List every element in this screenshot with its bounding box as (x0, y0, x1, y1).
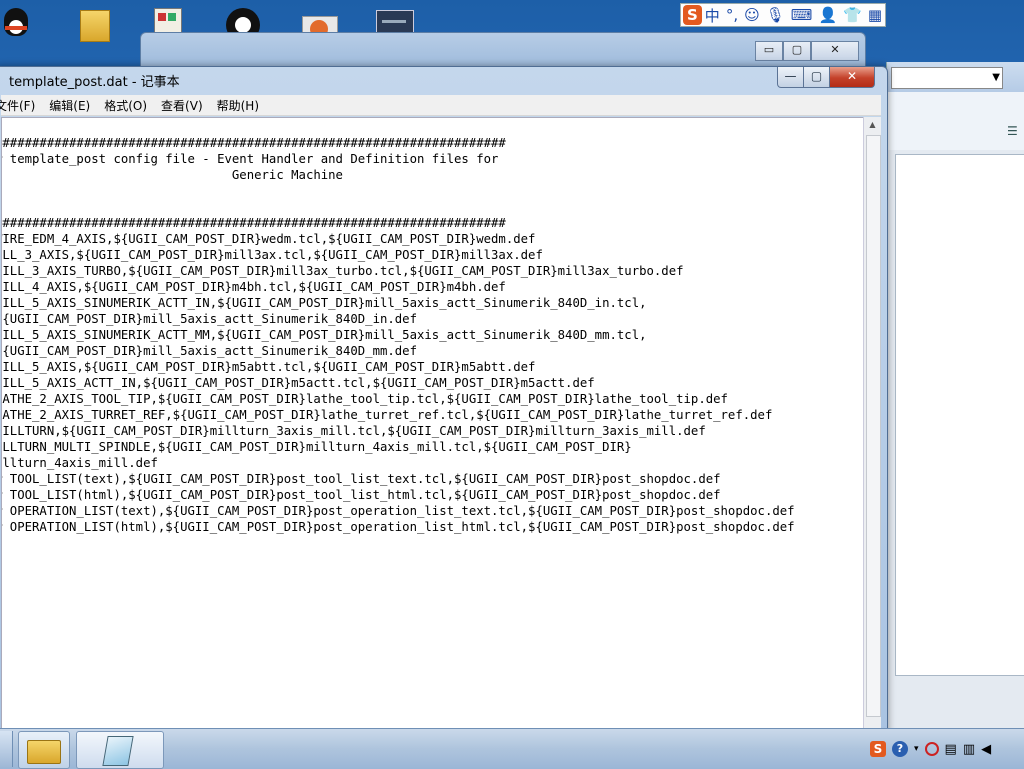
menu-bar: 文件(F) 编辑(E) 格式(O) 查看(V) 帮助(H) (0, 95, 881, 116)
editor-line[interactable]: # OPERATION_LIST(html),${UGII_CAM_POST_D… (2, 519, 795, 535)
keyboard-icon[interactable]: ⌨ (791, 6, 813, 24)
editor-line[interactable]: MILL_4_AXIS,${UGII_CAM_POST_DIR}m4bh.tcl… (2, 279, 795, 295)
menu-view[interactable]: 查看(V) (161, 97, 203, 114)
scroll-up-icon[interactable]: ▲ (864, 117, 881, 133)
maximize-button[interactable]: ▢ (803, 67, 830, 88)
editor-line[interactable]: # template_post config file - Event Hand… (2, 151, 795, 167)
record-icon[interactable] (924, 742, 939, 756)
mic-icon[interactable]: 🎙 (766, 6, 785, 24)
editor-line[interactable] (2, 183, 795, 199)
network-icon[interactable]: ▥ (963, 742, 975, 757)
minimize-button[interactable]: — (777, 67, 804, 88)
editor-line[interactable]: ${UGII_CAM_POST_DIR}mill_5axis_actt_Sinu… (2, 311, 795, 327)
text-editor[interactable]: ########################################… (1, 117, 865, 731)
editor-line[interactable]: ########################################… (2, 135, 795, 151)
editor-line[interactable]: # TOOL_LIST(text),${UGII_CAM_POST_DIR}po… (2, 471, 795, 487)
chevron-down-icon[interactable]: ▼ (992, 68, 1000, 88)
taskbar: S ? ▾ ▤ ▥ ◀ (0, 728, 1024, 769)
grid-icon[interactable]: ▦ (868, 6, 882, 24)
sogou-logo-icon[interactable]: S (683, 5, 702, 25)
background-explorer-window: ▼ ☰ (886, 62, 1024, 756)
explorer-icon (27, 740, 61, 764)
ime-toolbar[interactable]: S 中 °, ☺ 🎙 ⌨ 👤 👕 ▦ (680, 3, 886, 27)
close-button[interactable]: ✕ (829, 67, 875, 88)
system-tray: S ? ▾ ▤ ▥ ◀ (870, 737, 997, 761)
editor-line[interactable]: ILLTURN_MULTI_SPINDLE,${UGII_CAM_POST_DI… (2, 439, 795, 455)
help-icon[interactable]: ? (892, 741, 908, 757)
maximize-button[interactable]: ▢ (783, 41, 811, 61)
editor-line[interactable] (2, 199, 795, 215)
taskbar-notepad[interactable] (76, 731, 164, 769)
menu-format[interactable]: 格式(O) (104, 97, 147, 114)
sogou-tray-icon[interactable]: S (870, 741, 886, 757)
close-button[interactable]: ✕ (811, 41, 859, 61)
volume-icon[interactable]: ◀ (981, 742, 991, 757)
editor-line[interactable]: ${UGII_CAM_POST_DIR}mill_5axis_actt_Sinu… (2, 343, 795, 359)
editor-line[interactable]: MILL_5_AXIS_ACTT_IN,${UGII_CAM_POST_DIR}… (2, 375, 795, 391)
scroll-thumb[interactable] (866, 135, 881, 717)
window-title: template_post.dat - 记事本 (9, 75, 180, 90)
editor-line[interactable]: MILL_3_AXIS_TURBO,${UGII_CAM_POST_DIR}mi… (2, 263, 795, 279)
editor-line[interactable]: illturn_4axis_mill.def (2, 455, 795, 471)
chevron-down-icon[interactable]: ▾ (914, 744, 919, 754)
folder-icon[interactable] (78, 4, 114, 42)
taskbar-explorer[interactable] (18, 731, 70, 769)
smiley-icon[interactable]: ☺ (744, 6, 760, 24)
menu-edit[interactable]: 编辑(E) (49, 97, 90, 114)
editor-line[interactable]: # OPERATION_LIST(text),${UGII_CAM_POST_D… (2, 503, 795, 519)
view-options-icon[interactable]: ☰ (1007, 124, 1021, 138)
vertical-scrollbar[interactable]: ▲ (863, 117, 881, 729)
editor-line[interactable]: LATHE_2_AXIS_TURRET_REF,${UGII_CAM_POST_… (2, 407, 795, 423)
editor-line[interactable]: MILL_5_AXIS_SINUMERIK_ACTT_MM,${UGII_CAM… (2, 327, 795, 343)
user-icon[interactable]: 👤 (818, 6, 837, 24)
qq-icon[interactable] (0, 4, 36, 42)
menu-help[interactable]: 帮助(H) (217, 97, 259, 114)
clipboard-icon[interactable]: ▤ (945, 742, 957, 757)
editor-line[interactable]: Generic Machine (2, 167, 795, 183)
start-button[interactable] (0, 731, 13, 767)
background-window: ▭ ▢ ✕ (140, 32, 866, 68)
editor-line[interactable]: MILLTURN,${UGII_CAM_POST_DIR}millturn_3a… (2, 423, 795, 439)
menu-file[interactable]: 文件(F) (0, 97, 35, 114)
editor-line[interactable]: MILL_5_AXIS_SINUMERIK_ACTT_IN,${UGII_CAM… (2, 295, 795, 311)
editor-line[interactable]: MILL_5_AXIS,${UGII_CAM_POST_DIR}m5abtt.t… (2, 359, 795, 375)
editor-content[interactable]: ########################################… (2, 135, 795, 535)
notepad-window: template_post.dat - 记事本 — ▢ ✕ 文件(F) 编辑(E… (0, 66, 888, 736)
editor-line[interactable]: ILL_3_AXIS,${UGII_CAM_POST_DIR}mill3ax.t… (2, 247, 795, 263)
editor-line[interactable]: LATHE_2_AXIS_TOOL_TIP,${UGII_CAM_POST_DI… (2, 391, 795, 407)
minimize-button[interactable]: ▭ (755, 41, 783, 61)
content-pane (895, 154, 1024, 676)
editor-line[interactable]: ########################################… (2, 215, 795, 231)
editor-line[interactable]: WIRE_EDM_4_AXIS,${UGII_CAM_POST_DIR}wedm… (2, 231, 795, 247)
address-combo[interactable]: ▼ (891, 67, 1003, 89)
ime-mode[interactable]: 中 (705, 5, 720, 26)
editor-line[interactable]: # TOOL_LIST(html),${UGII_CAM_POST_DIR}po… (2, 487, 795, 503)
shirt-icon[interactable]: 👕 (843, 6, 862, 24)
notepad-icon (102, 736, 134, 766)
ime-punct[interactable]: °, (726, 6, 738, 24)
